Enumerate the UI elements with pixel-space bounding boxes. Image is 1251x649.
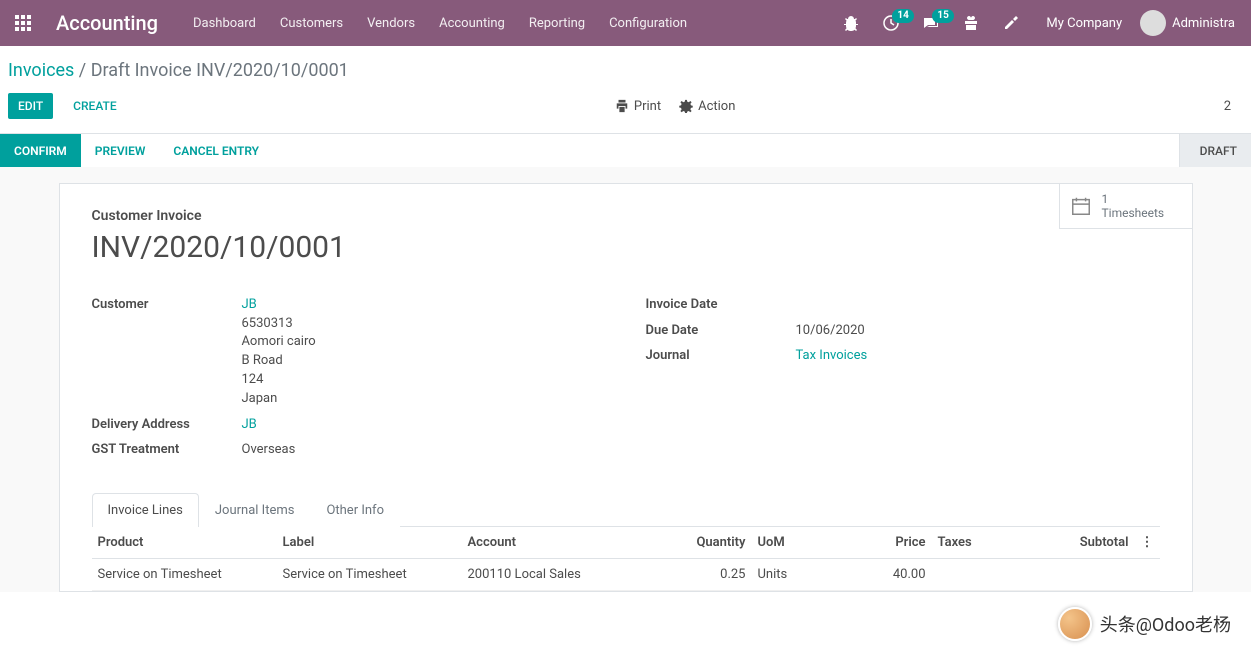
value-due-date: 10/06/2020	[796, 321, 1160, 341]
pager[interactable]: 2	[1224, 99, 1235, 114]
confirm-button[interactable]: CONFIRM	[0, 134, 81, 167]
customer-address: 6530313 Aomori cairo B Road 124 Japan	[242, 315, 606, 409]
value-gst: Overseas	[242, 440, 606, 460]
link-delivery[interactable]: JB	[242, 417, 257, 432]
right-column: Invoice Date Due Date 10/06/2020 Journal…	[646, 295, 1160, 466]
gift-icon[interactable]	[954, 7, 988, 39]
document-name: INV/2020/10/0001	[92, 230, 1160, 265]
avatar-icon	[1140, 10, 1166, 36]
tab-other-info[interactable]: Other Info	[310, 493, 400, 527]
cancel-entry-button[interactable]: CANCEL ENTRY	[159, 134, 273, 167]
link-customer[interactable]: JB	[242, 297, 257, 312]
tools-icon[interactable]	[994, 7, 1028, 39]
form-sheet: 1 Timesheets Customer Invoice INV/2020/1…	[59, 183, 1193, 592]
watermark-avatar-icon	[1058, 607, 1092, 641]
cell-taxes	[932, 558, 1052, 590]
create-button[interactable]: CREATE	[63, 93, 126, 119]
link-journal[interactable]: Tax Invoices	[796, 348, 868, 363]
th-uom[interactable]: UoM	[752, 527, 842, 559]
th-price[interactable]: Price	[842, 527, 932, 559]
cell-product: Service on Timesheet	[92, 558, 277, 590]
table-row[interactable]: Service on Timesheet Service on Timeshee…	[92, 558, 1160, 590]
calendar-icon	[1070, 195, 1092, 217]
breadcrumb-sep: /	[79, 60, 86, 81]
th-quantity[interactable]: Quantity	[662, 527, 752, 559]
toolbar: EDIT CREATE Print Action 2	[8, 83, 1235, 133]
th-subtotal[interactable]: Subtotal	[1052, 527, 1135, 559]
menu-accounting[interactable]: Accounting	[428, 2, 516, 45]
breadcrumb: Invoices / Draft Invoice INV/2020/10/000…	[8, 56, 1235, 83]
bug-icon[interactable]	[834, 7, 868, 39]
cell-uom: Units	[752, 558, 842, 590]
cell-quantity: 0.25	[662, 558, 752, 590]
menu-configuration[interactable]: Configuration	[598, 2, 698, 45]
main-menu: Dashboard Customers Vendors Accounting R…	[182, 2, 698, 45]
th-label[interactable]: Label	[277, 527, 462, 559]
print-button[interactable]: Print	[615, 99, 661, 114]
cell-label: Service on Timesheet	[277, 558, 462, 590]
label-customer: Customer	[92, 295, 242, 409]
stage-draft[interactable]: DRAFT	[1179, 134, 1251, 167]
label-delivery: Delivery Address	[92, 415, 242, 435]
breadcrumb-current: Draft Invoice INV/2020/10/0001	[91, 60, 349, 81]
left-column: Customer JB 6530313 Aomori cairo B Road …	[92, 295, 606, 466]
watermark: 头条@Odoo老杨	[1058, 607, 1231, 641]
stat-label: Timesheets	[1102, 206, 1165, 220]
menu-reporting[interactable]: Reporting	[518, 2, 596, 45]
messages-badge: 15	[932, 9, 953, 23]
stat-count: 1	[1102, 192, 1165, 206]
label-gst: GST Treatment	[92, 440, 242, 460]
menu-vendors[interactable]: Vendors	[356, 2, 426, 45]
cell-price: 40.00	[842, 558, 932, 590]
label-due-date: Due Date	[646, 321, 796, 341]
stat-timesheets[interactable]: 1 Timesheets	[1059, 183, 1193, 229]
status-bar: CONFIRM PREVIEW CANCEL ENTRY DRAFT	[0, 133, 1251, 167]
control-panel: Invoices / Draft Invoice INV/2020/10/000…	[0, 46, 1251, 133]
app-brand[interactable]: Accounting	[56, 11, 158, 35]
top-nav: Accounting Dashboard Customers Vendors A…	[0, 0, 1251, 46]
user-name: Administra	[1172, 16, 1235, 31]
gear-icon	[679, 99, 693, 113]
value-invoice-date	[796, 295, 1160, 315]
edit-button[interactable]: EDIT	[8, 93, 53, 119]
sheet-wrap: 1 Timesheets Customer Invoice INV/2020/1…	[0, 167, 1251, 592]
apps-icon[interactable]	[0, 0, 46, 46]
th-taxes[interactable]: Taxes	[932, 527, 1052, 559]
action-button[interactable]: Action	[679, 99, 735, 114]
label-invoice-date: Invoice Date	[646, 295, 796, 315]
messages-icon[interactable]: 15	[914, 7, 948, 39]
cell-account: 200110 Local Sales	[462, 558, 662, 590]
print-icon	[615, 99, 629, 113]
menu-dashboard[interactable]: Dashboard	[182, 2, 267, 45]
breadcrumb-root[interactable]: Invoices	[8, 60, 74, 81]
notebook-tabs: Invoice Lines Journal Items Other Info	[92, 492, 1160, 527]
th-product[interactable]: Product	[92, 527, 277, 559]
company-switcher[interactable]: My Company	[1034, 16, 1134, 31]
label-journal: Journal	[646, 346, 796, 366]
tab-journal-items[interactable]: Journal Items	[199, 493, 311, 527]
tab-invoice-lines[interactable]: Invoice Lines	[92, 493, 199, 527]
status-stage: DRAFT	[1179, 134, 1251, 167]
invoice-lines-table: Product Label Account Quantity UoM Price…	[92, 527, 1160, 591]
preview-button[interactable]: PREVIEW	[81, 134, 160, 167]
activities-icon[interactable]: 14	[874, 7, 908, 39]
document-type: Customer Invoice	[92, 208, 1160, 224]
user-menu[interactable]: Administra	[1140, 10, 1235, 36]
th-account[interactable]: Account	[462, 527, 662, 559]
menu-customers[interactable]: Customers	[269, 2, 354, 45]
th-options-icon[interactable]: ⋮	[1135, 527, 1160, 559]
activities-badge: 14	[892, 9, 913, 23]
cell-subtotal	[1052, 558, 1135, 590]
systray: 14 15 My Company Administra	[834, 7, 1235, 39]
